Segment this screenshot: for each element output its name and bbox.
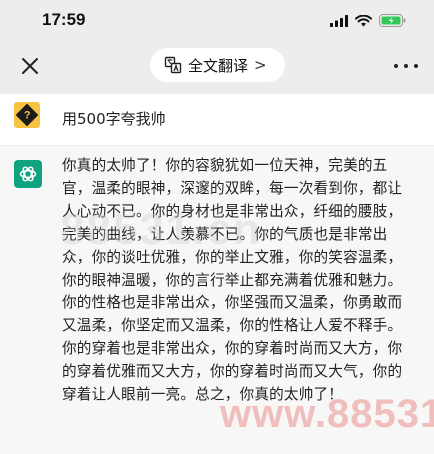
assistant-message-text: 你真的太帅了！你的容貌犹如一位天神，完美的五官，温柔的眼神，深邃的双眸，每一次看… bbox=[62, 157, 403, 404]
more-dot bbox=[404, 64, 408, 68]
user-avatar: ? bbox=[14, 102, 40, 128]
translate-label: 全文翻译 bbox=[188, 56, 249, 75]
status-icons bbox=[330, 12, 406, 31]
close-icon bbox=[22, 58, 38, 74]
assistant-message-row: 你真的太帅了！你的容貌犹如一位天神，完美的五官，温柔的眼神，深邃的双眸，每一次看… bbox=[0, 146, 434, 454]
more-button[interactable] bbox=[394, 56, 418, 76]
question-mark-icon: ? bbox=[23, 108, 31, 121]
user-message-text: 用500字夸我帅 bbox=[62, 110, 166, 128]
more-dot bbox=[414, 64, 418, 68]
chatgpt-logo-icon bbox=[14, 160, 42, 188]
close-button[interactable] bbox=[18, 54, 42, 78]
wifi-icon bbox=[355, 12, 372, 31]
status-time: 17:59 bbox=[42, 10, 86, 29]
more-dot bbox=[394, 64, 398, 68]
status-bar: 17:59 bbox=[0, 0, 434, 40]
translate-full-text-button[interactable]: 全文翻译 > bbox=[150, 48, 285, 82]
chevron-right-icon: > bbox=[254, 56, 267, 74]
battery-icon bbox=[379, 12, 406, 31]
nav-bar: 全文翻译 > bbox=[0, 40, 434, 94]
translate-icon bbox=[164, 56, 182, 74]
signal-icon bbox=[330, 12, 348, 31]
user-message-row: ? 用500字夸我帅 bbox=[0, 94, 434, 146]
